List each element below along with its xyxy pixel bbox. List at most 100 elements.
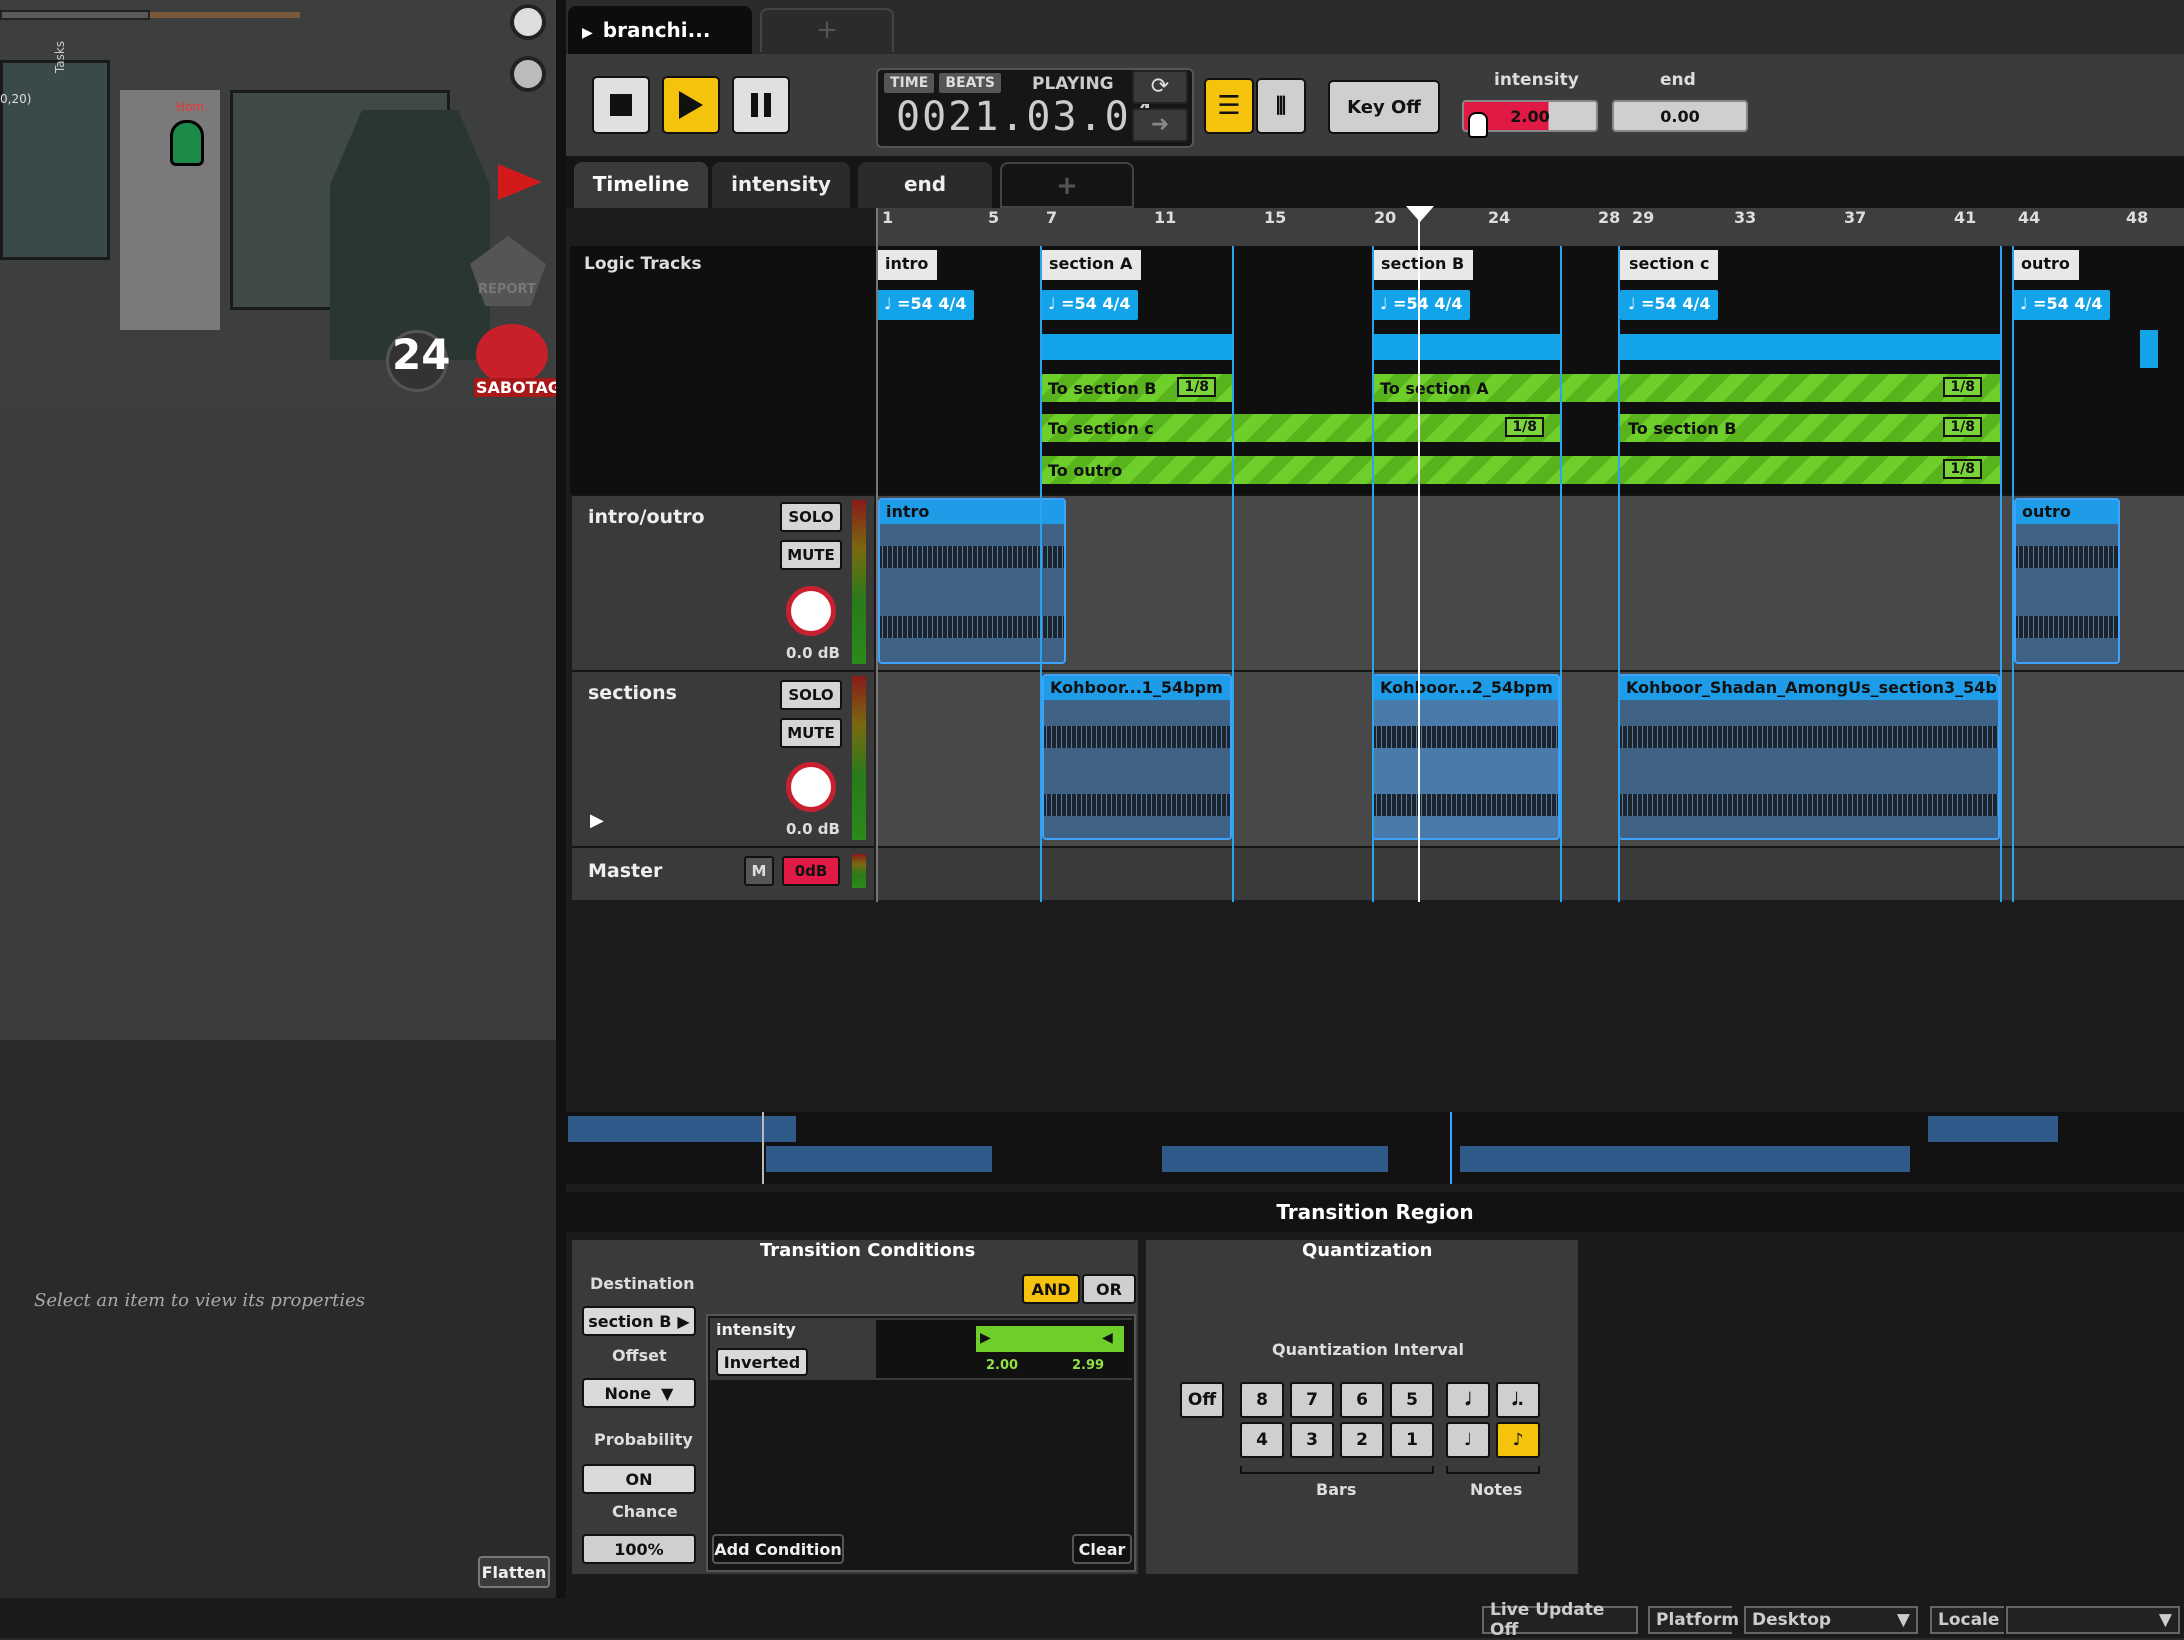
loop-region[interactable] bbox=[1040, 334, 1234, 360]
ruler-tick: 7 bbox=[1046, 208, 1058, 227]
locale-select[interactable]: ▼ bbox=[2006, 1606, 2180, 1634]
destination-marker-outro[interactable]: outro bbox=[2012, 250, 2079, 280]
loop-region[interactable] bbox=[1620, 334, 2000, 360]
playhead-line[interactable] bbox=[1418, 220, 1420, 902]
audio-clip[interactable]: Kohboor_Shadan_AmongUs_section3_54bpm bbox=[1618, 674, 2000, 840]
transition-region[interactable]: To outro 1/8 bbox=[1040, 456, 2000, 484]
audio-clip[interactable]: intro bbox=[878, 498, 1066, 664]
notes-bracket bbox=[1446, 1466, 1540, 1474]
time-value: 0021.03.04 bbox=[896, 94, 1157, 140]
audio-clip[interactable]: Kohboor...2_54bpm bbox=[1372, 674, 1560, 840]
chevron-down-icon: ▼ bbox=[2158, 1610, 2172, 1630]
sabotage-icon[interactable] bbox=[476, 324, 548, 384]
clear-button[interactable]: Clear bbox=[1072, 1534, 1132, 1564]
add-tab-button[interactable]: + bbox=[760, 8, 894, 52]
time-chip[interactable]: TIME bbox=[884, 73, 935, 93]
list-view-button[interactable]: ☰ bbox=[1204, 78, 1254, 134]
transition-region[interactable]: To section B 1/8 bbox=[1620, 414, 2000, 442]
chance-slider[interactable]: 100% bbox=[582, 1534, 696, 1564]
solo-button[interactable]: SOLO bbox=[780, 680, 842, 710]
quarter-note-button[interactable]: ♩ bbox=[1446, 1422, 1490, 1458]
caret-right-icon: ▶ bbox=[677, 1311, 690, 1331]
destination-marker-section-b[interactable]: section B bbox=[1372, 250, 1474, 280]
quantization-badge: 1/8 bbox=[1943, 459, 1982, 479]
ruler-tick: 24 bbox=[1488, 208, 1511, 227]
master-mute-button[interactable]: M bbox=[744, 856, 774, 886]
live-update-toggle[interactable]: Live Update Off bbox=[1482, 1600, 1638, 1640]
splitter[interactable] bbox=[556, 0, 566, 1598]
probability-toggle[interactable]: ON bbox=[582, 1464, 696, 1494]
loop-region-marker[interactable] bbox=[2140, 330, 2158, 368]
grid-view-button[interactable]: ⦀ bbox=[1256, 78, 1306, 134]
param-end-slider[interactable]: 0.00 bbox=[1612, 100, 1748, 132]
audio-clip[interactable]: Kohboor...1_54bpm bbox=[1042, 674, 1232, 840]
ruler-tick: 41 bbox=[1954, 208, 1977, 227]
key-off-button[interactable]: Key Off bbox=[1328, 80, 1440, 134]
timeline-ruler[interactable]: 1 5 7 11 15 20 24 28 29 33 37 41 44 48 bbox=[876, 208, 2184, 246]
mute-button[interactable]: MUTE bbox=[780, 540, 842, 570]
offset-select[interactable]: None ▼ bbox=[582, 1378, 696, 1408]
tab-intensity[interactable]: intensity bbox=[712, 162, 850, 208]
waveform bbox=[1374, 726, 1558, 748]
volume-knob[interactable] bbox=[786, 586, 836, 636]
solo-button[interactable]: SOLO bbox=[780, 502, 842, 532]
play-button[interactable] bbox=[662, 76, 720, 134]
clip-name: Kohboor...2_54bpm bbox=[1374, 676, 1558, 700]
platform-select[interactable]: Desktop ▼ bbox=[1744, 1606, 1918, 1634]
quant-bar-1-button[interactable]: 1 bbox=[1390, 1422, 1434, 1458]
settings-gear-icon[interactable] bbox=[510, 4, 546, 40]
quant-bar-4-button[interactable]: 4 bbox=[1240, 1422, 1284, 1458]
audio-clip[interactable]: outro bbox=[2014, 498, 2120, 664]
map-icon[interactable] bbox=[510, 56, 546, 92]
tempo-marker[interactable]: ♩ =54 4/4 bbox=[1620, 290, 1719, 320]
dotted-quarter-button[interactable]: 𝅗𝅥. bbox=[1496, 1382, 1540, 1418]
destination-marker-intro[interactable]: intro bbox=[876, 250, 938, 280]
range-min-handle-icon[interactable]: ▶ bbox=[980, 1330, 991, 1346]
quant-bar-7-button[interactable]: 7 bbox=[1290, 1382, 1334, 1418]
destination-select[interactable]: section B ▶ bbox=[582, 1306, 696, 1336]
follow-arrow-icon[interactable]: ➜ bbox=[1132, 108, 1188, 142]
quant-bar-3-button[interactable]: 3 bbox=[1290, 1422, 1334, 1458]
transition-region[interactable]: To section c 1/8 bbox=[1040, 414, 1562, 442]
overview-block bbox=[1928, 1116, 2058, 1142]
quant-bar-5-button[interactable]: 5 bbox=[1390, 1382, 1434, 1418]
tempo-marker[interactable]: ♩ =54 4/4 bbox=[2012, 290, 2111, 320]
pause-button[interactable] bbox=[732, 76, 790, 134]
quant-off-button[interactable]: Off bbox=[1180, 1382, 1224, 1418]
add-condition-button[interactable]: Add Condition bbox=[712, 1534, 844, 1564]
half-note-button[interactable]: 𝅗𝅥 bbox=[1446, 1382, 1490, 1418]
expand-triangle-icon[interactable]: ▶ bbox=[590, 810, 604, 831]
range-max-handle-icon[interactable]: ◀ bbox=[1102, 1330, 1113, 1346]
volume-knob[interactable] bbox=[786, 762, 836, 812]
time-mode-toggle[interactable]: TIME BEATS bbox=[884, 72, 1001, 93]
loop-region[interactable] bbox=[1372, 334, 1562, 360]
document-tab-active[interactable]: ▶ branchi... bbox=[568, 6, 752, 54]
tab-end[interactable]: end bbox=[858, 162, 992, 208]
playhead-marker-icon[interactable] bbox=[1406, 206, 1434, 222]
timeline-overview[interactable] bbox=[566, 1112, 2184, 1184]
quant-bar-8-button[interactable]: 8 bbox=[1240, 1382, 1284, 1418]
master-volume-slider[interactable]: 0dB bbox=[782, 856, 840, 886]
and-button[interactable]: AND bbox=[1022, 1274, 1080, 1304]
destination-marker-section-c[interactable]: section c bbox=[1620, 250, 1719, 280]
beats-chip[interactable]: BEATS bbox=[939, 73, 1001, 93]
mute-button[interactable]: MUTE bbox=[780, 718, 842, 748]
tab-timeline[interactable]: Timeline bbox=[574, 162, 708, 208]
add-parameter-tab[interactable]: + bbox=[1000, 162, 1134, 208]
stop-button[interactable] bbox=[592, 76, 650, 134]
loop-icon[interactable]: ⟳ bbox=[1132, 70, 1188, 104]
or-button[interactable]: OR bbox=[1082, 1274, 1136, 1304]
task-bar-progress bbox=[150, 12, 300, 18]
flatten-button[interactable]: Flatten bbox=[478, 1556, 550, 1588]
eighth-note-button[interactable]: ♪ bbox=[1496, 1422, 1540, 1458]
tempo-marker[interactable]: ♩ =54 4/4 bbox=[876, 290, 975, 320]
tempo-marker[interactable]: ♩ =54 4/4 bbox=[1372, 290, 1471, 320]
track-lane[interactable] bbox=[876, 494, 2184, 670]
inverted-toggle[interactable]: Inverted bbox=[716, 1348, 808, 1376]
quant-bar-2-button[interactable]: 2 bbox=[1340, 1422, 1384, 1458]
transition-region[interactable]: To section B 1/8 bbox=[1040, 374, 1234, 402]
destination-marker-section-a[interactable]: section A bbox=[1040, 250, 1142, 280]
quant-bar-6-button[interactable]: 6 bbox=[1340, 1382, 1384, 1418]
tempo-marker[interactable]: ♩ =54 4/4 bbox=[1040, 290, 1139, 320]
transition-region[interactable]: To section A 1/8 bbox=[1372, 374, 2000, 402]
